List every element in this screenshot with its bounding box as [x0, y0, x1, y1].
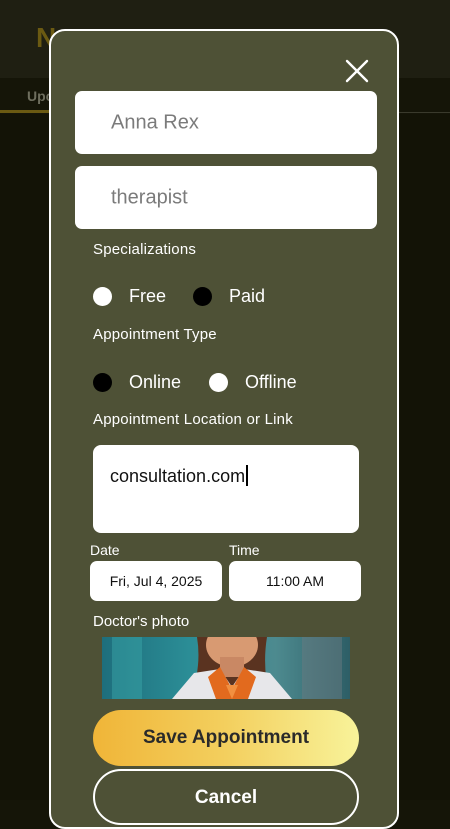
- photo-label: Doctor's photo: [93, 613, 190, 630]
- date-picker[interactable]: Fri, Jul 4, 2025: [90, 561, 222, 601]
- role-value: therapist: [111, 186, 188, 208]
- time-label: Time: [229, 542, 260, 558]
- time-value: 11:00 AM: [265, 573, 325, 589]
- radio-paid-label[interactable]: Paid: [229, 286, 265, 307]
- time-picker[interactable]: 11:00 AM: [229, 561, 361, 601]
- location-input[interactable]: consultation.com: [93, 445, 359, 533]
- appointment-dialog: Anna Rex therapist Specializations Free …: [49, 29, 399, 829]
- date-value: Fri, Jul 4, 2025: [109, 573, 203, 589]
- doctor-photo-image: [102, 637, 350, 699]
- radio-free[interactable]: [93, 287, 112, 306]
- name-value: Anna Rex: [111, 111, 199, 133]
- location-label: Appointment Location or Link: [93, 411, 293, 428]
- radio-paid[interactable]: [193, 287, 212, 306]
- radio-offline-label[interactable]: Offline: [245, 372, 297, 393]
- specializations-label: Specializations: [93, 241, 197, 258]
- close-button[interactable]: [343, 57, 371, 85]
- radio-free-label[interactable]: Free: [129, 286, 166, 307]
- location-value-wrap: consultation.com: [110, 465, 249, 487]
- appointment-type-label: Appointment Type: [93, 326, 217, 343]
- name-field[interactable]: Anna Rex: [75, 91, 377, 154]
- radio-online[interactable]: [93, 373, 112, 392]
- radio-offline[interactable]: [209, 373, 228, 392]
- text-caret: [246, 465, 249, 486]
- role-field[interactable]: therapist: [75, 166, 377, 229]
- save-appointment-button[interactable]: Save Appointment: [93, 710, 359, 766]
- cancel-button[interactable]: Cancel: [93, 769, 359, 825]
- location-value: consultation.com: [110, 466, 246, 486]
- close-icon[interactable]: [343, 57, 371, 85]
- doctor-photo[interactable]: [102, 637, 350, 699]
- radio-online-label[interactable]: Online: [129, 372, 181, 393]
- date-label: Date: [90, 542, 120, 558]
